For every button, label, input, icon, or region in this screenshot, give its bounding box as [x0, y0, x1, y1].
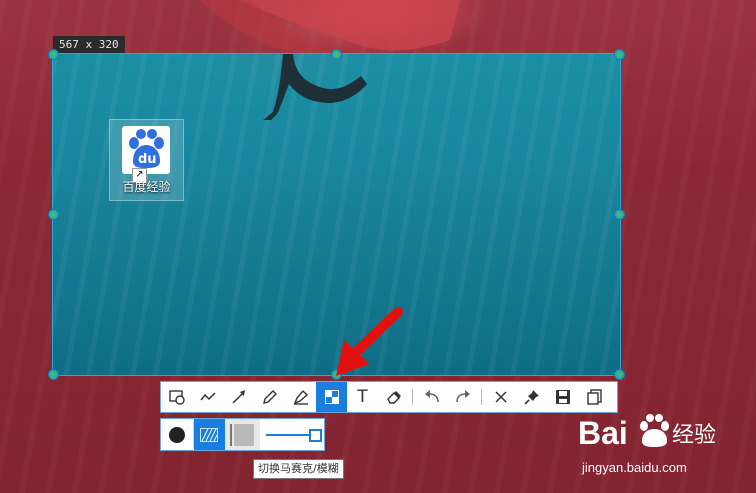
toolbar-divider	[412, 389, 413, 405]
blur-mode-button[interactable]	[224, 419, 260, 450]
watermark-suffix: 经验	[672, 423, 716, 448]
mosaic-tool[interactable]	[316, 382, 347, 412]
rectangle-tool[interactable]	[161, 382, 192, 412]
pin-button[interactable]	[516, 382, 547, 412]
baidu-du-text: du	[138, 152, 157, 167]
redo-button[interactable]	[447, 382, 478, 412]
close-button[interactable]	[485, 382, 516, 412]
freehand-tool[interactable]	[192, 382, 223, 412]
resize-handle-top[interactable]	[331, 49, 342, 60]
highlighter-tool[interactable]	[285, 382, 316, 412]
background-fabric	[200, 0, 460, 56]
resize-handle-bottom-left[interactable]	[48, 369, 59, 380]
arrow-tool[interactable]	[223, 382, 254, 412]
shape-icon	[168, 390, 185, 405]
toolbar-divider	[481, 389, 482, 405]
mosaic-options-bar	[160, 418, 325, 451]
pencil-tool[interactable]	[254, 382, 285, 412]
swimmer-silhouette	[263, 54, 367, 120]
blur-swatch-icon	[230, 423, 255, 446]
watermark-brand: Bai	[578, 415, 628, 451]
watermark-url: jingyan.baidu.com	[582, 460, 687, 475]
resize-handle-top-right[interactable]	[614, 49, 625, 60]
undo-icon	[424, 390, 439, 403]
resize-handle-right[interactable]	[614, 209, 625, 220]
mosaic-blur-toggle[interactable]	[193, 419, 225, 450]
copy-icon	[586, 389, 602, 405]
brush-size-dot[interactable]	[169, 426, 185, 443]
baidu-app-icon: du ↗	[122, 126, 170, 183]
text-icon: T	[357, 387, 368, 407]
eraser-tool[interactable]	[378, 382, 409, 412]
save-icon	[555, 390, 570, 404]
desktop-shortcut-baidujingyan[interactable]: du ↗ 百度经验	[109, 119, 184, 201]
annotation-arrow	[336, 307, 403, 376]
text-tool[interactable]: T	[347, 382, 378, 412]
arrow-icon	[231, 390, 245, 404]
mosaic-toggle-tooltip: 切换马赛克/模糊	[253, 459, 344, 479]
desktop-icon-label: 百度经验	[122, 180, 171, 194]
polyline-icon	[199, 392, 216, 401]
intensity-slider[interactable]	[265, 419, 324, 450]
slider-knob[interactable]	[309, 429, 322, 442]
mosaic-icon	[324, 390, 339, 404]
resize-handle-left[interactable]	[48, 209, 59, 220]
marker-icon	[293, 389, 308, 405]
close-icon	[494, 391, 507, 403]
resize-handle-top-left[interactable]	[48, 49, 59, 60]
eraser-icon	[386, 391, 401, 404]
resize-handle-bottom-right[interactable]	[614, 369, 625, 380]
pencil-icon	[262, 390, 277, 404]
selection-size-label: 567 x 320	[53, 36, 125, 53]
save-button[interactable]	[547, 382, 578, 412]
hatch-icon	[200, 427, 219, 442]
paw-watermark-icon	[640, 414, 669, 447]
annotation-toolbar: T	[160, 381, 618, 413]
redo-icon	[455, 390, 470, 403]
undo-button[interactable]	[416, 382, 447, 412]
pin-icon	[523, 390, 539, 405]
baidu-watermark: Bai 经验	[578, 408, 756, 462]
